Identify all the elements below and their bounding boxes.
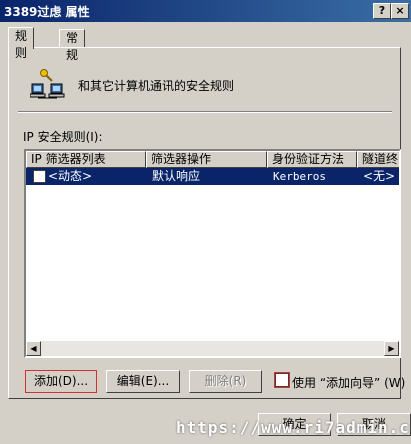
rules-list-label: IP 安全规则(I): <box>23 130 103 144</box>
scroll-right-icon[interactable]: ▶ <box>384 341 399 356</box>
cell-filter-action: 默认响应 <box>152 169 201 183</box>
watermark: https://www.ri7admin.cc <box>176 418 411 437</box>
edit-button[interactable]: 编辑(E)... <box>106 370 180 393</box>
column-header-filter-list[interactable]: IP 筛选器列表 <box>26 151 146 168</box>
cell-auth-method: Kerberos <box>273 170 326 183</box>
table-row[interactable]: <动态> 默认响应 Kerberos <无> <box>26 168 399 185</box>
column-header-filter-action[interactable]: 筛选器操作 <box>146 151 267 168</box>
remove-button[interactable]: 删除(R) <box>189 370 262 393</box>
help-button[interactable]: ? <box>373 3 391 19</box>
cell-filter-list: <动态> <box>48 169 93 183</box>
window-title: 3389过虑 属性 <box>4 5 90 19</box>
title-bar: 3389过虑 属性 ? × <box>0 0 411 22</box>
scroll-left-icon[interactable]: ◀ <box>26 341 41 356</box>
add-button[interactable]: 添加(D)... <box>25 370 97 393</box>
header-description: 和其它计算机通讯的安全规则 <box>78 79 235 93</box>
tab-rules[interactable]: 规则 <box>8 27 35 60</box>
column-header-auth-method[interactable]: 身份验证方法 <box>267 151 357 168</box>
horizontal-scrollbar[interactable]: ◀ ▶ <box>26 341 399 356</box>
separator <box>18 111 392 113</box>
rules-list[interactable]: IP 筛选器列表 筛选器操作 身份验证方法 隧道终 <动态> 默认响应 Kerb… <box>24 149 401 358</box>
column-header-tunnel[interactable]: 隧道终 <box>357 151 399 168</box>
rule-checkbox[interactable] <box>33 170 46 183</box>
tab-general[interactable]: 常规 <box>59 29 86 62</box>
close-button[interactable]: × <box>391 3 409 19</box>
add-wizard-label: 使用 “添加向导” (W) <box>292 376 406 390</box>
add-wizard-checkbox[interactable] <box>274 372 290 388</box>
cell-tunnel: <无> <box>363 169 396 183</box>
network-policy-icon <box>30 69 65 99</box>
